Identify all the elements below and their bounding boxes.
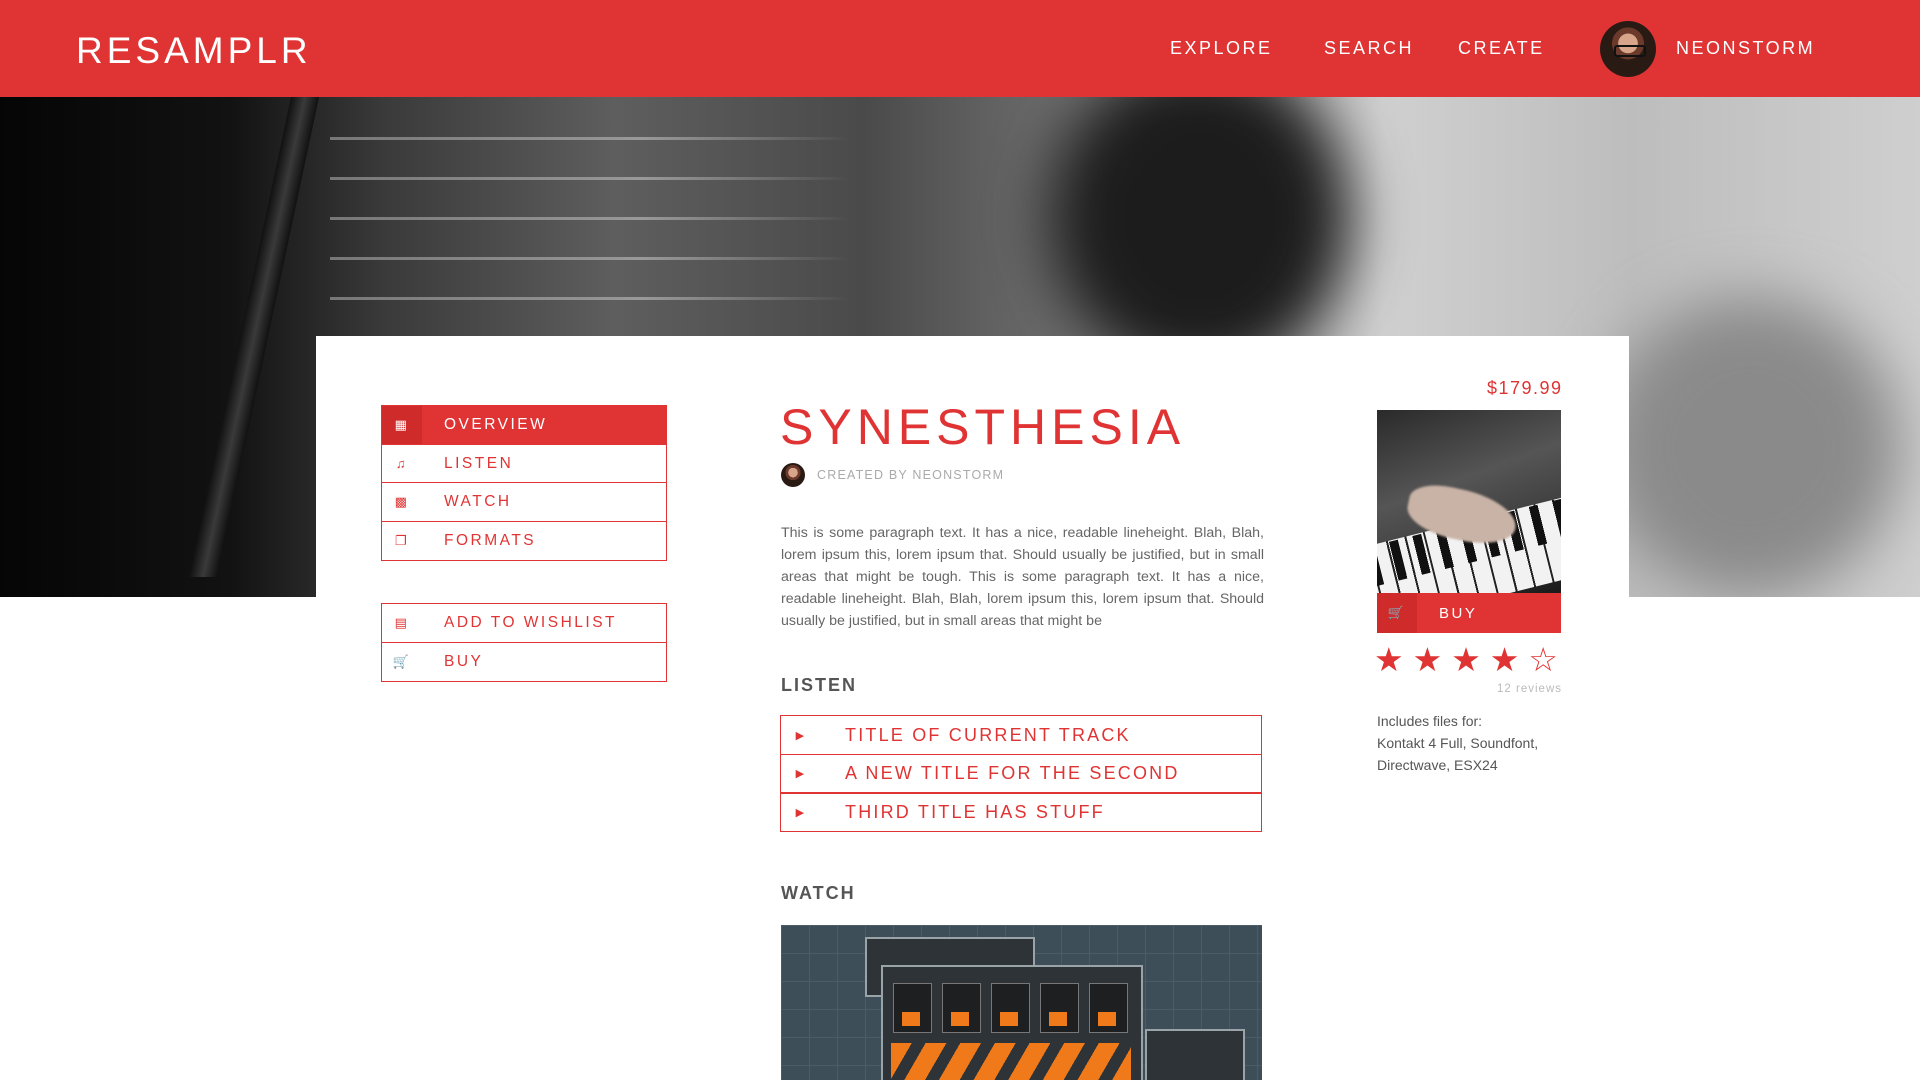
includes-info: Includes files for: Kontakt 4 Full, Soun… [1377,710,1577,776]
star-filled-icon[interactable]: ★ [1374,643,1404,676]
nav-create[interactable]: CREATE [1458,38,1545,59]
review-count[interactable]: 12 reviews [1380,683,1562,695]
video-thumbnail[interactable] [781,925,1262,1080]
rating-stars[interactable]: ★ ★ ★ ★ ☆ [1374,643,1558,676]
piano-roll-window [1145,1029,1245,1080]
track-item[interactable]: ▶ THIRD TITLE HAS STUFF [780,792,1262,832]
sidenav-item-overview[interactable]: ▦ OVERVIEW [381,405,667,445]
product-title: SYNESTHESIA [780,399,1186,455]
star-filled-icon[interactable]: ★ [1451,643,1481,676]
list-icon: ▤ [394,615,410,630]
user-avatar[interactable] [1600,21,1656,77]
play-icon[interactable]: ▶ [781,729,821,742]
creator-row: CREATED BY NEONSTORM [781,463,1004,487]
guitar-neck-shape [188,97,320,577]
star-filled-icon[interactable]: ★ [1413,643,1443,676]
files-icon: ❐ [394,532,410,548]
waveform-display [891,1043,1131,1080]
action-nav: ▤ ADD TO WISHLIST 🛒 BUY [381,603,667,682]
star-filled-icon[interactable]: ★ [1490,643,1520,676]
product-price: $179.99 [1487,378,1563,398]
watch-heading: WATCH [781,883,856,903]
top-navbar: RESAMPLR EXPLORE SEARCH CREATE NEONSTORM [0,0,1920,97]
listen-heading: LISTEN [781,675,858,695]
play-icon[interactable]: ▶ [781,806,821,819]
play-icon[interactable]: ▶ [781,767,821,780]
creator-avatar[interactable] [781,463,805,487]
track-item[interactable]: ▶ A NEW TITLE FOR THE SECOND [780,753,1262,794]
nav-search[interactable]: SEARCH [1324,38,1414,59]
buy-button[interactable]: 🛒 BUY [1377,593,1561,633]
sidenav-item-watch[interactable]: ▩ WATCH [381,482,667,522]
section-nav: ▦ OVERVIEW ♫ LISTEN ▩ WATCH ❐ FORMATS [381,405,667,561]
music-note-icon: ♫ [395,456,409,471]
track-list: ▶ TITLE OF CURRENT TRACK ▶ A NEW TITLE F… [780,715,1262,832]
track-item[interactable]: ▶ TITLE OF CURRENT TRACK [780,715,1262,755]
film-icon: ▩ [394,494,410,509]
site-logo[interactable]: RESAMPLR [76,30,312,72]
creator-label[interactable]: CREATED BY NEONSTORM [817,468,1004,482]
nav-username[interactable]: NEONSTORM [1676,38,1815,59]
cart-icon: 🛒 [392,653,412,669]
product-image [1377,410,1561,593]
sidenav-item-listen[interactable]: ♫ LISTEN [381,443,667,484]
sidenav-item-formats[interactable]: ❐ FORMATS [381,520,667,561]
includes-label: Includes files for: [1377,713,1483,729]
cart-icon: 🛒 [1377,593,1417,633]
add-to-wishlist-button[interactable]: ▤ ADD TO WISHLIST [381,603,667,643]
product-description: This is some paragraph text. It has a ni… [781,525,1264,629]
buy-button-side[interactable]: 🛒 BUY [381,641,667,682]
includes-files: Kontakt 4 Full, Soundfont, Directwave, E… [1377,735,1539,773]
map-icon: ▦ [382,406,422,444]
nav-explore[interactable]: EXPLORE [1170,38,1273,59]
star-empty-icon[interactable]: ☆ [1528,643,1558,676]
